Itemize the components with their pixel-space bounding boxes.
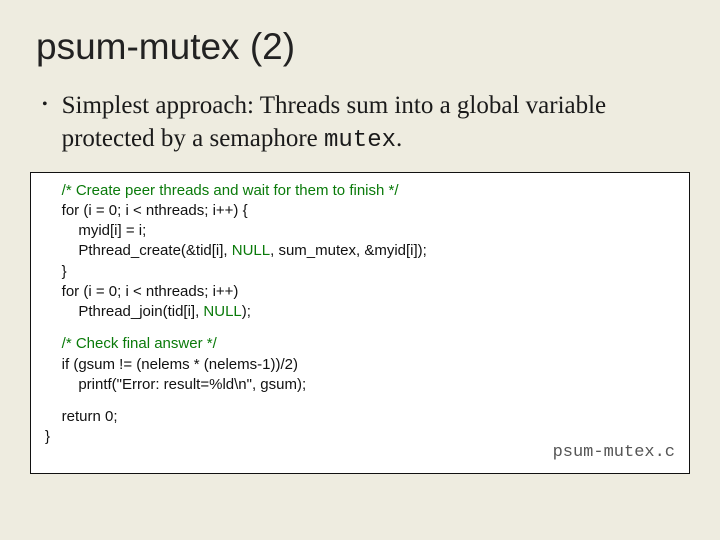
code-line: Pthread_create(&tid[i], NULL, sum_mutex,… xyxy=(45,241,675,261)
code-comment: /* Check final answer */ xyxy=(45,334,675,354)
code-line: printf("Error: result=%ld\n", gsum); xyxy=(45,375,675,395)
code-line: myid[i] = i; xyxy=(45,221,675,241)
bullet-mono: mutex xyxy=(324,127,396,154)
bullet-text-after: . xyxy=(396,125,402,152)
code-line: for (i = 0; i < nthreads; i++) xyxy=(45,282,675,302)
code-line: if (gsum != (nelems * (nelems-1))/2) xyxy=(45,355,675,375)
blank-line xyxy=(45,322,675,334)
code-frag: Pthread_join(tid[i], xyxy=(45,303,203,320)
code-null: NULL xyxy=(203,303,241,320)
code-line: for (i = 0; i < nthreads; i++) { xyxy=(45,201,675,221)
bullet-text: Simplest approach: Threads sum into a gl… xyxy=(62,90,692,156)
code-line: Pthread_join(tid[i], NULL); xyxy=(45,302,675,322)
slide-title: psum-mutex (2) xyxy=(36,26,692,68)
code-box: /* Create peer threads and wait for them… xyxy=(30,172,690,474)
code-null: NULL xyxy=(232,242,270,259)
code-line: return 0; xyxy=(45,407,675,427)
code-comment: /* Create peer threads and wait for them… xyxy=(45,181,675,201)
bullet-dot-icon: • xyxy=(42,90,48,120)
code-frag: , sum_mutex, &myid[i]); xyxy=(270,242,427,259)
blank-line xyxy=(45,395,675,407)
file-label: psum-mutex.c xyxy=(553,442,675,465)
bullet-item: • Simplest approach: Threads sum into a … xyxy=(42,90,692,156)
slide: psum-mutex (2) • Simplest approach: Thre… xyxy=(0,0,720,540)
code-frag: Pthread_create(&tid[i], xyxy=(45,242,232,259)
code-line: } xyxy=(45,262,675,282)
code-frag: ); xyxy=(242,303,251,320)
